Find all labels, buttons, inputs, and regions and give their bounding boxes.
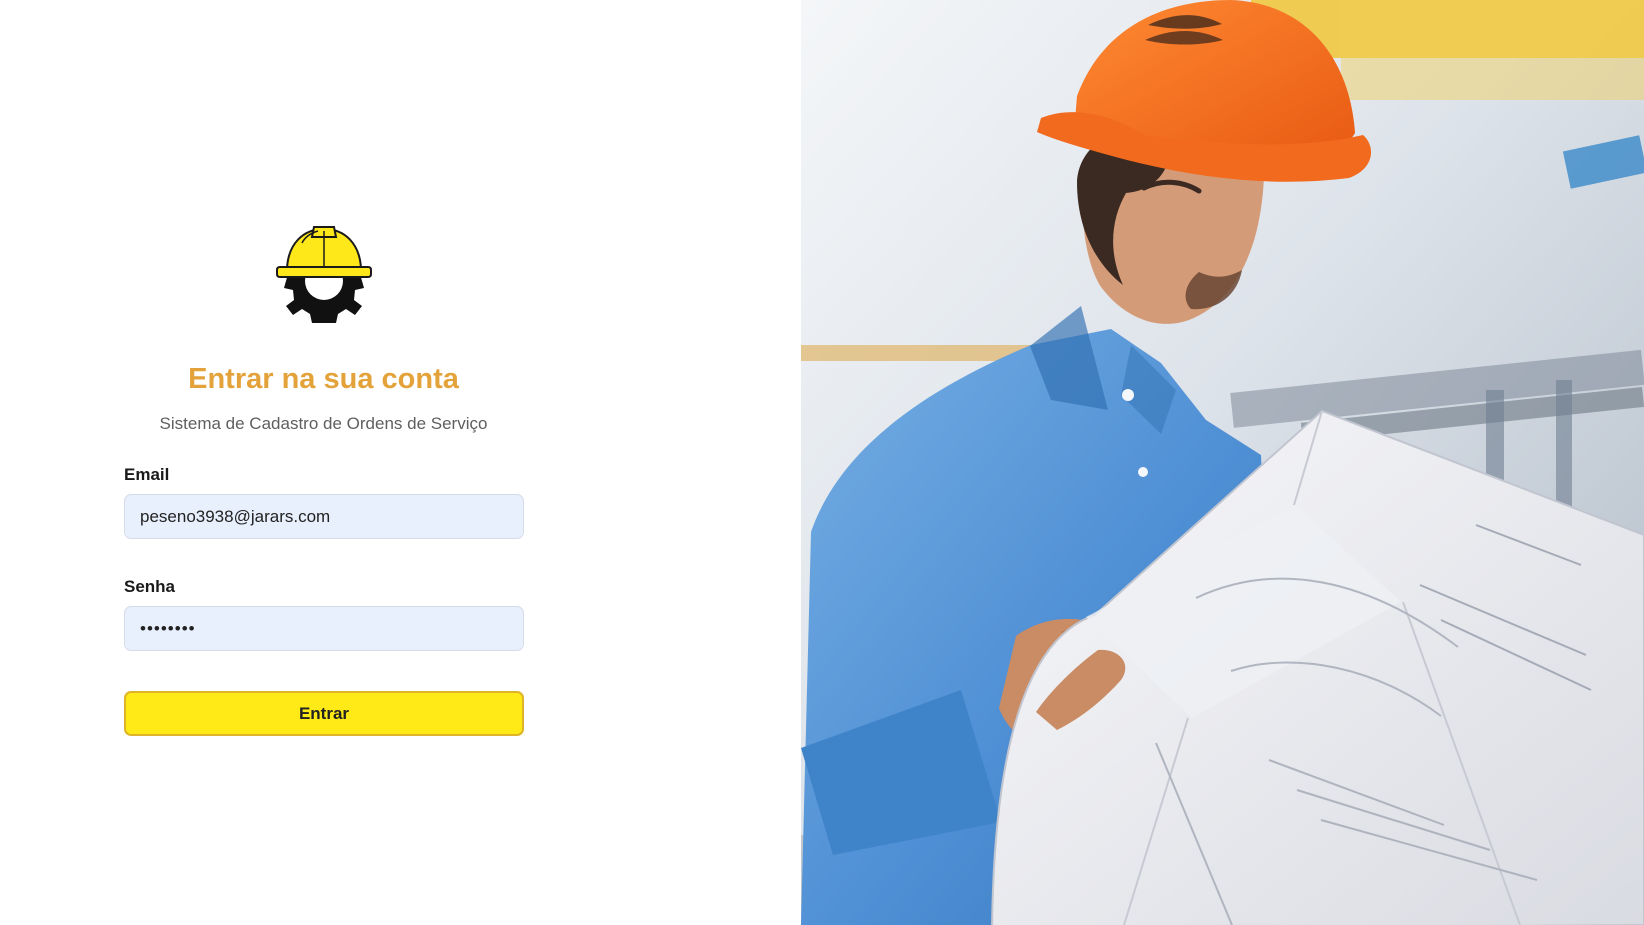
login-submit-button[interactable]: Entrar [124, 691, 524, 736]
engineer-photo [801, 0, 1644, 925]
login-panel: Entrar na sua conta Sistema de Cadastro … [0, 0, 801, 925]
email-field[interactable] [124, 494, 524, 539]
password-label: Senha [124, 577, 176, 596]
page-title: Entrar na sua conta [188, 363, 459, 395]
hardhat-gear-icon [276, 226, 372, 323]
password-field[interactable] [124, 606, 524, 651]
login-page: Entrar na sua conta Sistema de Cadastro … [0, 0, 1644, 925]
email-label: Email [124, 465, 170, 484]
system-subtitle: Sistema de Cadastro de Ordens de Serviço [159, 414, 488, 433]
yellow-hardhat-icon [276, 226, 372, 278]
hero-panel [801, 0, 1644, 925]
